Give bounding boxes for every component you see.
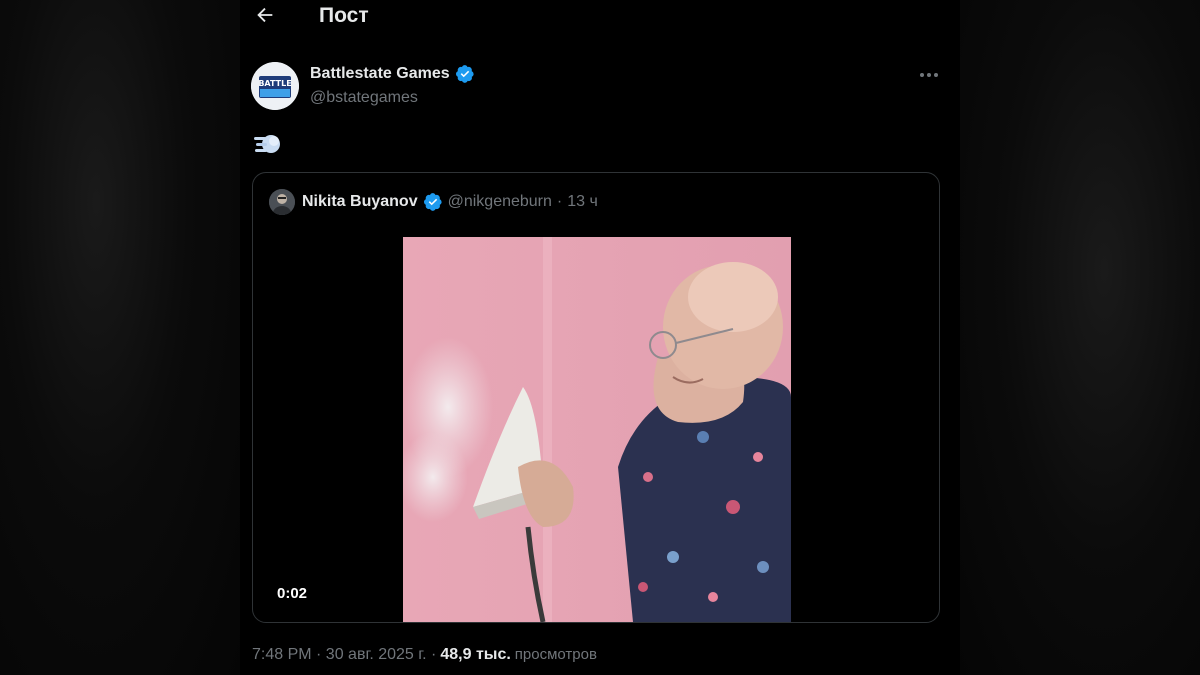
- ellipsis-icon: [920, 73, 938, 77]
- right-blur-background: [960, 0, 1200, 675]
- quoted-post-card[interactable]: Nikita Buyanov @nikgeneburn · 13 ч 0:02: [252, 172, 940, 623]
- quoted-author-handle[interactable]: @nikgeneburn: [448, 193, 552, 211]
- top-bar: Пост: [240, 0, 960, 36]
- page-title: Пост: [319, 4, 369, 27]
- views-count: 48,9 тыс.: [440, 646, 511, 663]
- video-duration: 0:02: [277, 585, 308, 602]
- post-column: Пост BATTLE Battlestate Games @bstategam…: [240, 0, 960, 675]
- video-thumbnail: [403, 237, 791, 622]
- svg-text:BATTLE: BATTLE: [258, 79, 291, 88]
- author-handle[interactable]: @bstategames: [310, 89, 418, 107]
- author-name[interactable]: Battlestate Games: [310, 64, 475, 84]
- verified-badge-icon: [423, 193, 442, 211]
- back-button[interactable]: [250, 0, 280, 30]
- dashing-away-emoji-icon: [252, 130, 282, 158]
- author-name-text: Battlestate Games: [310, 65, 450, 82]
- battlestate-logo: BATTLE: [251, 62, 299, 110]
- quoted-author-avatar[interactable]: [269, 189, 295, 215]
- quoted-time-ago[interactable]: 13 ч: [567, 193, 598, 211]
- arrow-left-icon: [257, 7, 273, 23]
- post-meta: 7:48 PM · 30 авг. 2025 г. · 48,9 тыс. пр…: [252, 646, 597, 664]
- more-options-button[interactable]: [912, 64, 946, 86]
- author-avatar[interactable]: BATTLE: [251, 62, 299, 110]
- quoted-header: Nikita Buyanov @nikgeneburn · 13 ч: [302, 192, 598, 212]
- views-label: просмотров: [514, 646, 597, 663]
- separator-dot: ·: [556, 193, 563, 210]
- verified-badge-icon: [455, 65, 474, 83]
- left-blur-background: [0, 0, 240, 675]
- post-timestamp[interactable]: 7:48 PM · 30 авг. 2025 г. ·: [252, 646, 436, 664]
- quoted-author-name[interactable]: Nikita Buyanov: [302, 193, 418, 211]
- video-player[interactable]: [403, 237, 791, 622]
